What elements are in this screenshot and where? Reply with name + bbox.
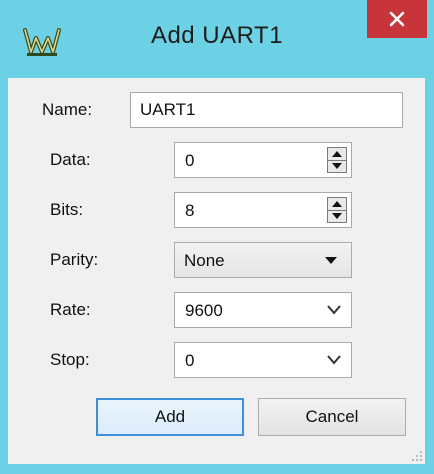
arrow-up-icon [332,151,342,157]
bits-decrement-button[interactable] [328,210,346,222]
arrow-down-icon [332,163,342,169]
data-decrement-button[interactable] [328,160,346,172]
rate-value: 9600 [185,301,223,320]
name-input[interactable] [130,92,403,128]
stop-combobox[interactable]: 0 [174,342,352,378]
title-bar[interactable]: Add UART1 [0,0,434,78]
close-button[interactable] [367,0,427,38]
data-spin-arrows [327,147,347,173]
data-spinbox[interactable]: 0 [174,142,352,178]
stop-label: Stop: [50,350,90,369]
parity-value: None [184,251,225,270]
chevron-down-icon [327,355,341,365]
dropdown-arrow-icon [325,257,337,264]
bits-value: 8 [185,201,195,220]
cancel-button[interactable]: Cancel [258,398,406,436]
bits-label: Bits: [50,200,84,219]
rate-combobox[interactable]: 9600 [174,292,352,328]
dialog-window: Add UART1 Name: Data: 0 Bits: 8 [0,0,434,474]
data-value: 0 [185,151,195,170]
stop-value: 0 [185,351,195,370]
arrow-down-icon [332,213,342,219]
rate-label: Rate: [50,300,91,319]
parity-label: Parity: [50,250,99,269]
arrow-up-icon [332,201,342,207]
name-label: Name: [42,100,93,119]
bits-spinbox[interactable]: 8 [174,192,352,228]
dialog-content: Name: Data: 0 Bits: 8 Parity: None [8,78,425,464]
resize-grip-icon[interactable] [411,450,423,462]
close-icon [389,11,405,27]
data-label: Data: [50,150,91,169]
bits-spin-arrows [327,197,347,223]
parity-dropdown[interactable]: None [174,242,352,278]
add-button[interactable]: Add [96,398,244,436]
chevron-down-icon [327,305,341,315]
